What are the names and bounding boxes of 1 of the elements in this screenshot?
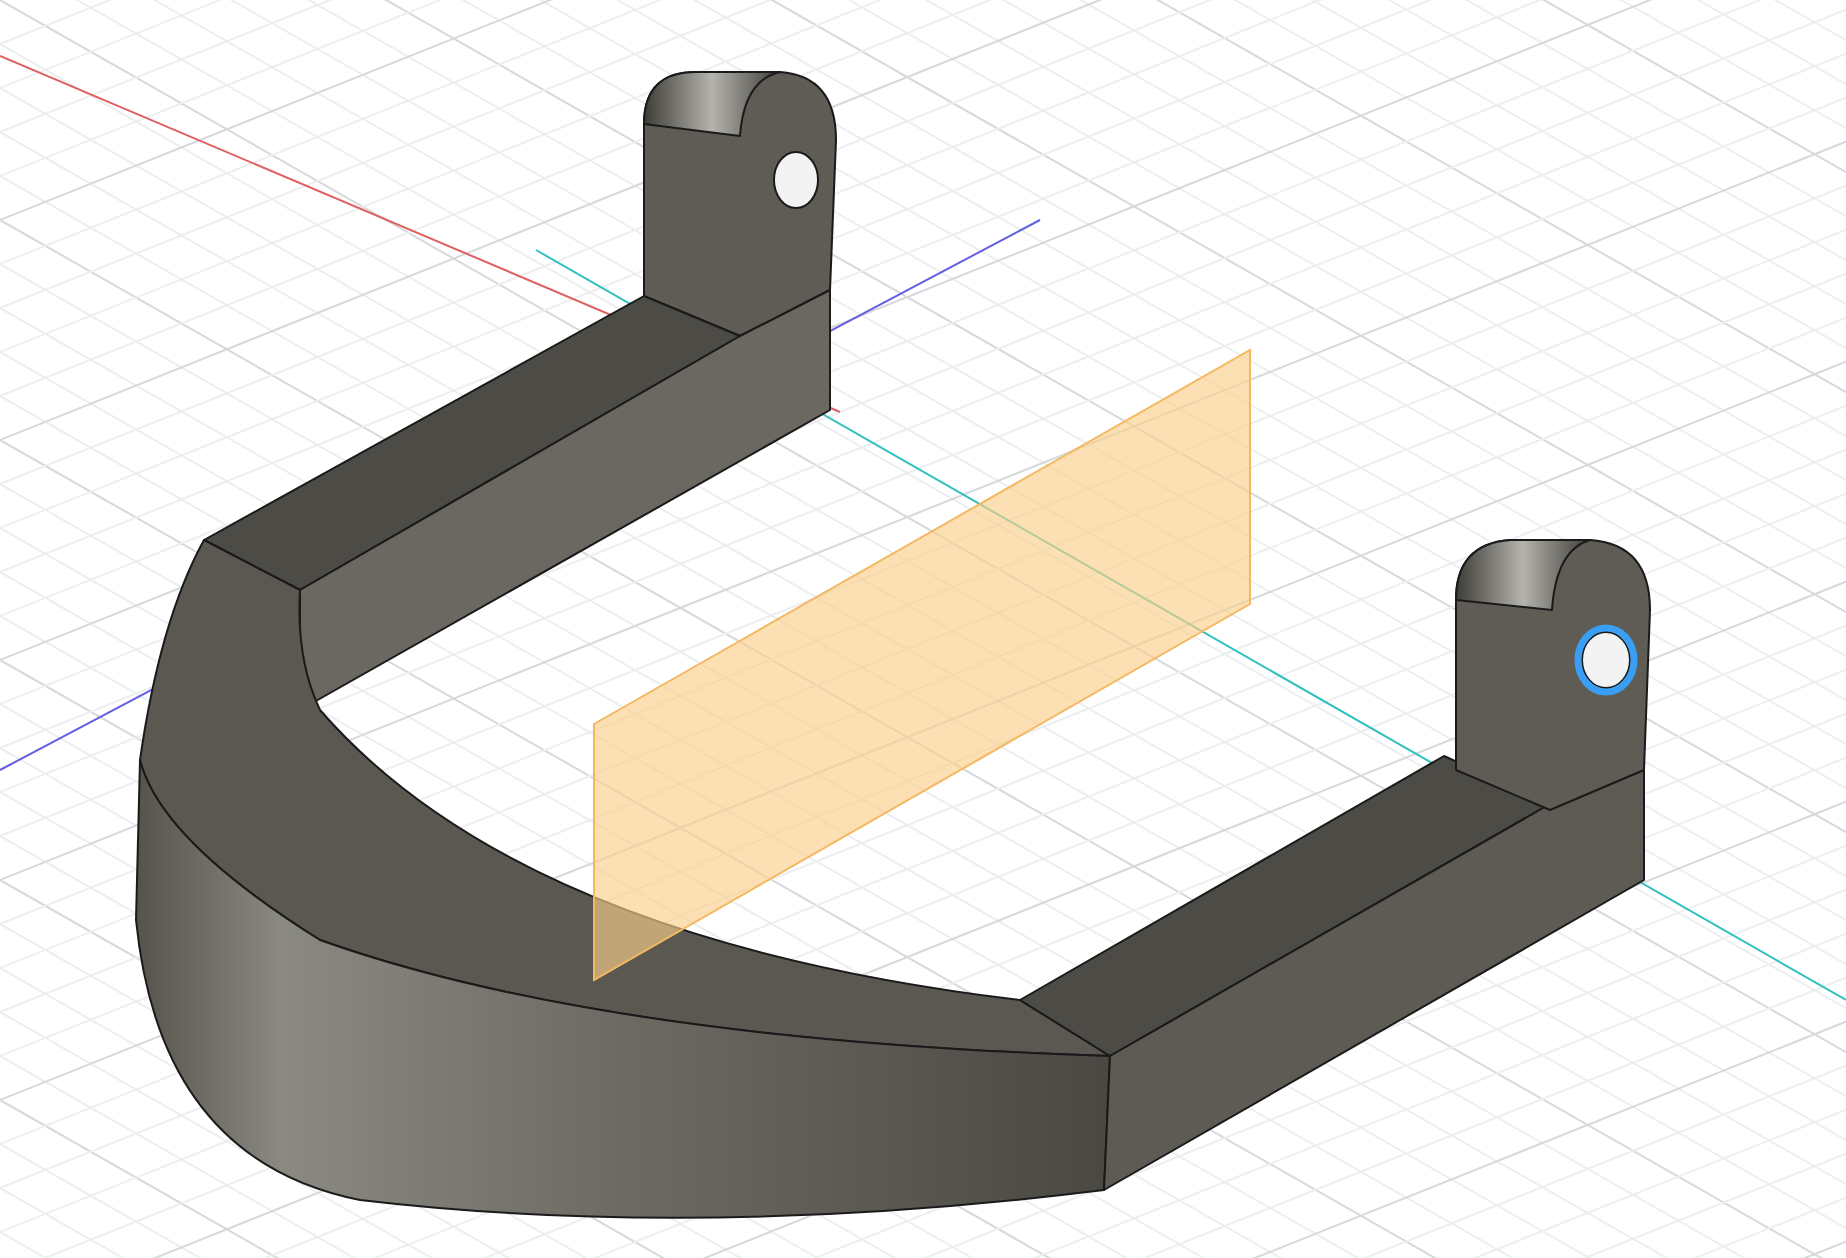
- bracket-model-drawing[interactable]: [135, 71, 1651, 1219]
